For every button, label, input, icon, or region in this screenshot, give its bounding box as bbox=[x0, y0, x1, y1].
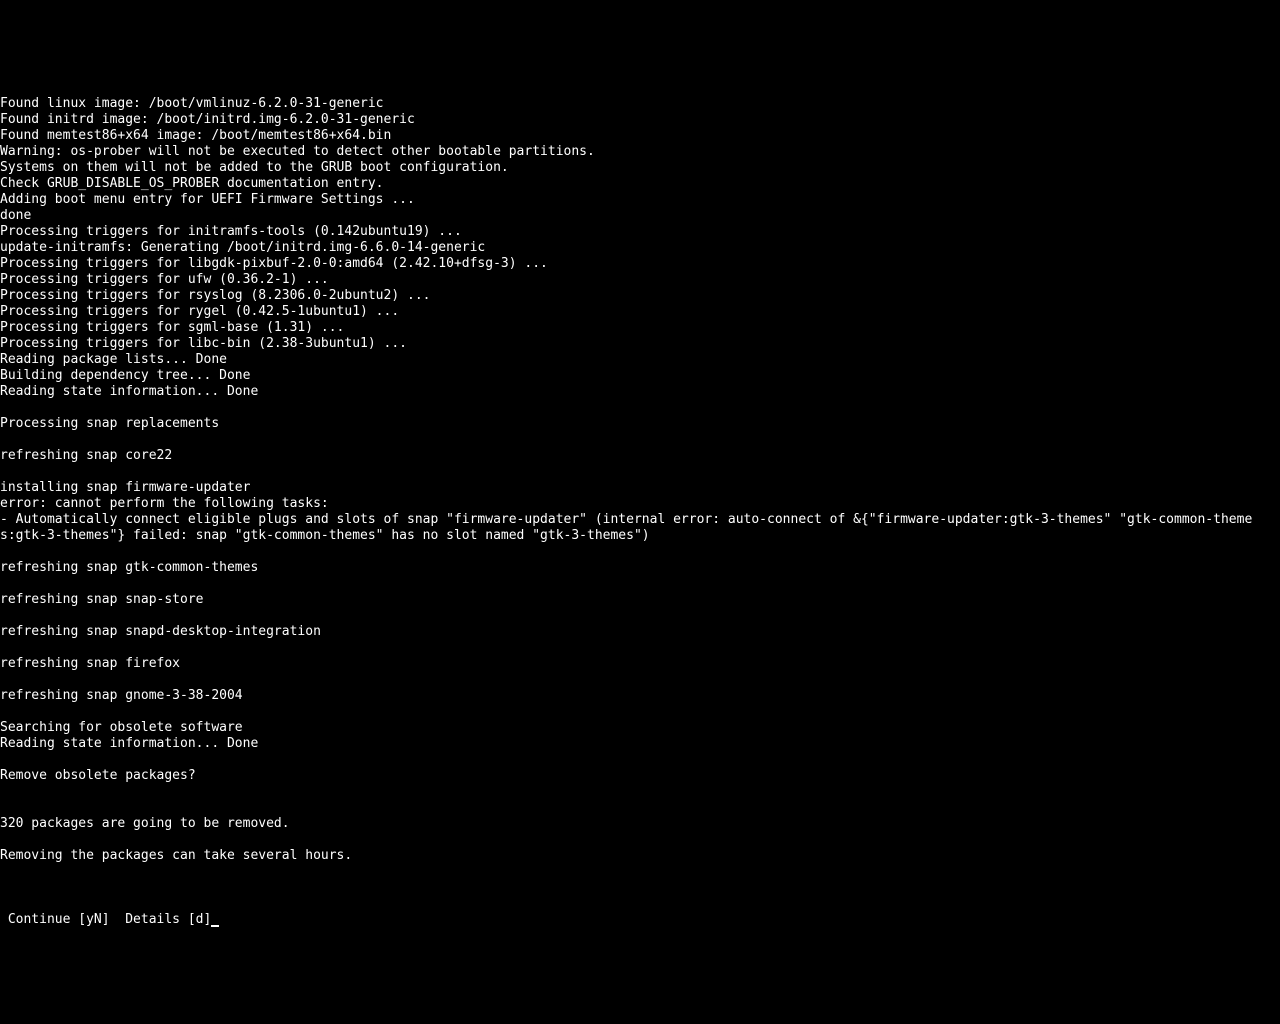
terminal-line bbox=[0, 864, 1280, 880]
terminal-line bbox=[0, 784, 1280, 800]
terminal-line: refreshing snap snapd-desktop-integratio… bbox=[0, 624, 1280, 640]
terminal-line: Processing triggers for sgml-base (1.31)… bbox=[0, 320, 1280, 336]
terminal-line: Reading state information... Done bbox=[0, 384, 1280, 400]
terminal-line: Check GRUB_DISABLE_OS_PROBER documentati… bbox=[0, 176, 1280, 192]
terminal-line: Processing triggers for initramfs-tools … bbox=[0, 224, 1280, 240]
terminal-line bbox=[0, 576, 1280, 592]
terminal-line: Systems on them will not be added to the… bbox=[0, 160, 1280, 176]
terminal-line: refreshing snap core22 bbox=[0, 448, 1280, 464]
terminal-line: Processing snap replacements bbox=[0, 416, 1280, 432]
terminal-line: Processing triggers for ufw (0.36.2-1) .… bbox=[0, 272, 1280, 288]
terminal-line: refreshing snap snap-store bbox=[0, 592, 1280, 608]
terminal-line: Found initrd image: /boot/initrd.img-6.2… bbox=[0, 112, 1280, 128]
terminal-line bbox=[0, 704, 1280, 720]
terminal-line: Reading state information... Done bbox=[0, 736, 1280, 752]
terminal-line: Processing triggers for rsyslog (8.2306.… bbox=[0, 288, 1280, 304]
terminal-line bbox=[0, 752, 1280, 768]
terminal-line: - Automatically connect eligible plugs a… bbox=[0, 512, 1280, 528]
terminal-prompt-line[interactable]: Continue [yN] Details [d] bbox=[0, 912, 1280, 928]
terminal-line: refreshing snap gnome-3-38-2004 bbox=[0, 688, 1280, 704]
terminal-line bbox=[0, 432, 1280, 448]
cursor-icon bbox=[211, 925, 219, 927]
terminal-line bbox=[0, 608, 1280, 624]
terminal-line: Processing triggers for libgdk-pixbuf-2.… bbox=[0, 256, 1280, 272]
terminal-lines-container: Found linux image: /boot/vmlinuz-6.2.0-3… bbox=[0, 96, 1280, 880]
terminal-line: refreshing snap firefox bbox=[0, 656, 1280, 672]
terminal-line bbox=[0, 544, 1280, 560]
terminal-line: Remove obsolete packages? bbox=[0, 768, 1280, 784]
terminal-line: Reading package lists... Done bbox=[0, 352, 1280, 368]
terminal-line: Searching for obsolete software bbox=[0, 720, 1280, 736]
terminal-line: Found linux image: /boot/vmlinuz-6.2.0-3… bbox=[0, 96, 1280, 112]
terminal-line bbox=[0, 800, 1280, 816]
terminal-line bbox=[0, 832, 1280, 848]
terminal-line: Found memtest86+x64 image: /boot/memtest… bbox=[0, 128, 1280, 144]
terminal-line: refreshing snap gtk-common-themes bbox=[0, 560, 1280, 576]
terminal-line: installing snap firmware-updater bbox=[0, 480, 1280, 496]
terminal-line bbox=[0, 640, 1280, 656]
terminal-line bbox=[0, 672, 1280, 688]
terminal-line: Warning: os-prober will not be executed … bbox=[0, 144, 1280, 160]
terminal-line: done bbox=[0, 208, 1280, 224]
terminal-line: Processing triggers for rygel (0.42.5-1u… bbox=[0, 304, 1280, 320]
terminal-line bbox=[0, 464, 1280, 480]
terminal-line: update-initramfs: Generating /boot/initr… bbox=[0, 240, 1280, 256]
terminal-line: Removing the packages can take several h… bbox=[0, 848, 1280, 864]
terminal-line: 320 packages are going to be removed. bbox=[0, 816, 1280, 832]
terminal-prompt: Continue [yN] Details [d] bbox=[0, 912, 211, 927]
terminal-line: s:gtk-3-themes"} failed: snap "gtk-commo… bbox=[0, 528, 1280, 544]
terminal-line: Adding boot menu entry for UEFI Firmware… bbox=[0, 192, 1280, 208]
terminal-line: Building dependency tree... Done bbox=[0, 368, 1280, 384]
terminal-line: error: cannot perform the following task… bbox=[0, 496, 1280, 512]
terminal-line bbox=[0, 400, 1280, 416]
terminal-output[interactable]: Found linux image: /boot/vmlinuz-6.2.0-3… bbox=[0, 64, 1280, 944]
terminal-line: Processing triggers for libc-bin (2.38-3… bbox=[0, 336, 1280, 352]
